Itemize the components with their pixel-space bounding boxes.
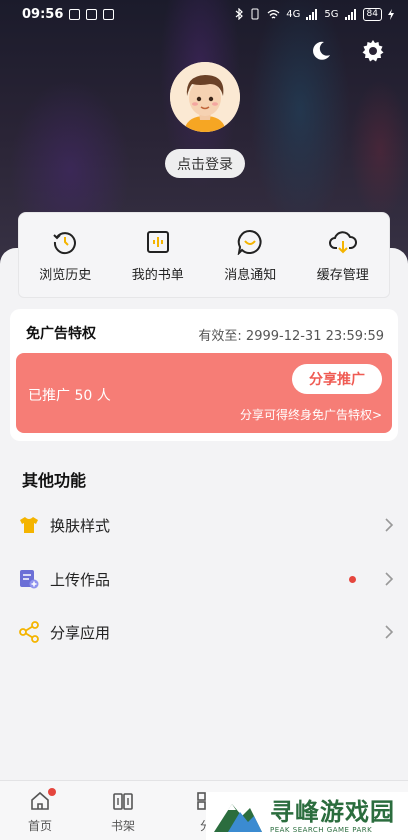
quick-item-label: 我的书单 — [131, 267, 184, 283]
new-dot-badge — [349, 575, 356, 583]
watermark-subtitle: PEAK SEARCH GAME PARK — [270, 826, 373, 834]
app-notification-icon — [103, 8, 115, 20]
mountain-logo-icon — [210, 796, 266, 836]
bookshelf-icon — [111, 789, 135, 813]
tshirt-icon — [18, 514, 40, 536]
quick-item-history[interactable]: 浏览历史 — [25, 228, 105, 283]
chevron-right-icon — [382, 518, 396, 532]
chevron-right-icon — [382, 625, 396, 639]
battery-level: 84 — [362, 7, 382, 21]
signal-4g-label: 4G — [286, 8, 301, 20]
tab-home[interactable]: 首页 — [10, 788, 70, 834]
nfc-icon — [86, 8, 98, 20]
promotion-tip-link[interactable]: 分享可得终身免广告特权> — [240, 406, 382, 423]
quick-item-label: 消息通知 — [224, 267, 277, 283]
ad-free-title: 免广告特权 — [26, 326, 96, 342]
watermark-title: 寻峰游戏园 — [270, 798, 395, 826]
charging-icon — [388, 8, 394, 20]
upload-doc-icon — [18, 568, 40, 590]
wifi-icon — [267, 9, 280, 18]
signal-5g-label: 5G — [324, 8, 339, 20]
tab-label: 首页 — [27, 819, 52, 833]
feature-row-share[interactable]: 分享应用 — [0, 607, 408, 657]
share-icon — [18, 621, 40, 643]
header-actions — [308, 38, 386, 64]
chevron-right-icon — [382, 572, 396, 586]
feature-label: 换肤样式 — [50, 516, 111, 535]
quick-item-messages[interactable]: 消息通知 — [210, 228, 290, 283]
promotion-banner[interactable]: 已推广 50 人 分享推广 分享可得终身免广告特权> — [16, 353, 392, 433]
ad-free-card: 免广告特权 有效至: 2999-12-31 23:59:59 已推广 50 人 … — [10, 309, 398, 441]
share-promotion-button[interactable]: 分享推广 — [292, 364, 382, 394]
history-icon — [51, 228, 79, 256]
booklist-icon — [144, 228, 172, 256]
status-time: 09:56 — [22, 6, 64, 22]
notification-icon — [69, 8, 81, 20]
other-features-title: 其他功能 — [22, 471, 87, 490]
vibrate-icon — [251, 8, 259, 20]
tab-badge — [48, 788, 56, 796]
tab-label: 书架 — [110, 819, 135, 833]
quick-item-label: 缓存管理 — [316, 267, 369, 283]
feature-row-upload[interactable]: 上传作品 — [0, 554, 408, 604]
feature-label: 分享应用 — [50, 623, 111, 642]
login-button[interactable]: 点击登录 — [165, 149, 245, 178]
moon-icon[interactable] — [308, 38, 334, 64]
watermark-logo: 寻峰游戏园 PEAK SEARCH GAME PARK — [206, 792, 408, 840]
tab-bookshelf[interactable]: 书架 — [93, 789, 153, 834]
message-icon — [236, 228, 264, 256]
status-bar: 09:56 4G 5G 84 — [0, 0, 408, 28]
quick-item-cache[interactable]: 缓存管理 — [303, 228, 383, 283]
feature-row-skin[interactable]: 换肤样式 — [0, 500, 408, 550]
gear-icon[interactable] — [360, 38, 386, 64]
quick-item-label: 浏览历史 — [39, 267, 92, 283]
feature-label: 上传作品 — [50, 570, 111, 589]
quick-actions: 浏览历史 我的书单 消息通知 缓存管理 — [18, 212, 390, 298]
download-cloud-icon — [328, 228, 357, 256]
bluetooth-icon — [235, 8, 244, 20]
signal-bars-icon — [344, 8, 356, 20]
avatar[interactable] — [170, 62, 240, 132]
promoted-count: 已推广 50 人 — [28, 388, 111, 404]
signal-bars-icon — [306, 8, 318, 20]
quick-item-booklist[interactable]: 我的书单 — [118, 228, 198, 283]
ad-free-valid-until: 有效至: 2999-12-31 23:59:59 — [198, 329, 384, 344]
home-icon — [28, 788, 56, 813]
